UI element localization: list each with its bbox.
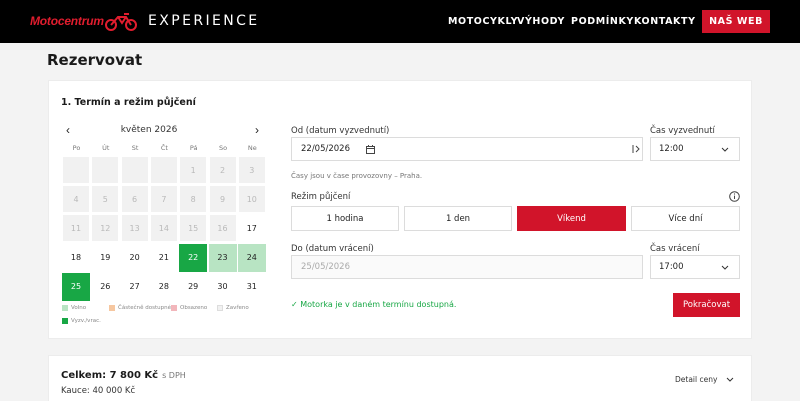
legend-pickup-return: Vyzv./vrac. (62, 318, 101, 324)
weekday-label: St (131, 144, 139, 152)
calendar-day[interactable]: 25 (62, 272, 90, 301)
calendar-day[interactable]: 29 (179, 273, 207, 301)
calendar-month: květen 2026 (120, 125, 178, 135)
calendar-day: 3 (237, 156, 266, 184)
legend-booked: Obsazeno (171, 305, 207, 311)
to-date-label: Do (datum vrácení) (291, 244, 374, 254)
nav-podminky[interactable]: PODMÍNKY (571, 16, 634, 27)
info-icon[interactable] (729, 191, 740, 202)
calendar-day[interactable]: 19 (91, 244, 119, 272)
top-navigation-bar: Motocentrum EXPERIENCE MOTOCYKLY VÝHODY … (0, 0, 800, 43)
calendar-day[interactable]: 20 (121, 244, 149, 272)
calendar-day: 16 (208, 214, 237, 243)
calendar-day: 14 (149, 214, 178, 243)
pickup-time-label: Čas vyzvednutí (650, 126, 715, 136)
legend-closed: Zavřeno (217, 305, 249, 311)
calendar-day[interactable]: 24 (237, 243, 266, 272)
calendar-day: 1 (179, 156, 208, 184)
weekday-label: Čt (160, 144, 168, 152)
calendar-day: 15 (179, 214, 208, 243)
nav-kontakty[interactable]: KONTAKTY (634, 16, 696, 27)
calendar-day: 8 (179, 185, 208, 214)
legend-available: Volno (62, 305, 86, 311)
mode-weekend[interactable]: Víkend (517, 206, 626, 231)
weekday-label: Pá (189, 144, 198, 152)
from-date-label: Od (datum vyzvednutí) (291, 126, 390, 136)
to-date-value: 25/05/2026 (301, 262, 350, 272)
calendar-icon[interactable] (366, 144, 375, 154)
calendar-empty-cell (120, 156, 149, 184)
weekday-label: So (218, 144, 228, 152)
deposit-amount: Kauce: 40 000 Kč (61, 386, 136, 396)
calendar-day: 13 (120, 214, 149, 243)
calendar-day[interactable]: 17 (238, 214, 266, 242)
calendar-day[interactable]: 22 (179, 243, 208, 272)
section-title: 1. Termín a režim půjčení (61, 97, 196, 108)
mode-label: Režim půjčení (291, 192, 351, 202)
prev-month-icon[interactable]: ‹ (66, 123, 70, 137)
calendar-day[interactable]: 27 (121, 273, 149, 301)
calendar-day: 7 (149, 185, 178, 214)
brand-logo[interactable]: Motocentrum (30, 10, 137, 32)
mode-1-day[interactable]: 1 den (404, 206, 512, 231)
calendar-empty-cell (91, 156, 120, 184)
from-date-input[interactable]: 22/05/2026 (291, 137, 643, 161)
calendar-day[interactable]: 18 (62, 244, 90, 272)
calendar-day[interactable]: 30 (209, 273, 237, 301)
calendar-day: 4 (62, 185, 90, 214)
page-title: Rezervovat (47, 51, 143, 69)
calendar-day: 9 (208, 185, 237, 214)
calendar-day: 2 (208, 156, 237, 184)
mode-multiple-days[interactable]: Více dní (631, 206, 740, 231)
calendar-empty-cell (149, 156, 178, 184)
nav-vyhody[interactable]: VÝHODY (517, 16, 565, 27)
next-month-icon[interactable]: › (255, 123, 259, 137)
pickup-time-value: 12:00 (659, 144, 684, 154)
mode-1-hour[interactable]: 1 hodina (291, 206, 399, 231)
weekday-label: Po (72, 144, 81, 152)
clear-icon[interactable] (632, 144, 640, 154)
nav-motocykly[interactable]: MOTOCYKLY (448, 16, 518, 27)
weekday-label: Ne (247, 144, 257, 152)
timezone-hint: Časy jsou v čase provozovny – Praha. (291, 172, 423, 180)
calendar-empty-cell (62, 156, 90, 184)
continue-button[interactable]: Pokračovat (673, 293, 740, 317)
vat-note: s DPH (162, 371, 186, 380)
calendar-day: 5 (91, 185, 120, 214)
pickup-time-select[interactable]: 12:00 (650, 137, 740, 161)
our-website-button[interactable]: NAŠ WEB (702, 10, 770, 33)
availability-message: ✓ Motorka je v daném termínu dostupná. (291, 300, 457, 309)
calendar-day[interactable]: 28 (150, 273, 178, 301)
motorcycle-icon (105, 13, 137, 31)
calendar-day[interactable]: 31 (238, 273, 266, 301)
brand-subtitle: EXPERIENCE (148, 13, 260, 29)
to-date-input[interactable]: 25/05/2026 (291, 255, 643, 279)
chevron-down-icon (726, 377, 734, 382)
reservation-card: 1. Termín a režim půjčení ‹ květen 2026 … (48, 80, 752, 339)
calendar-day[interactable]: 21 (150, 244, 178, 272)
price-summary-card: Celkem: 7 800 Kč s DPH Kauce: 40 000 Kč D… (48, 355, 752, 401)
chevron-down-icon (721, 147, 729, 152)
calendar-day: 6 (120, 185, 149, 214)
logo-text: Motocentrum (30, 14, 104, 28)
price-detail-toggle[interactable]: Detail ceny (675, 375, 734, 384)
calendar-day: 11 (62, 214, 90, 243)
total-price: Celkem: 7 800 Kč s DPH (61, 370, 186, 381)
return-time-select[interactable]: 17:00 (650, 255, 740, 279)
from-date-value: 22/05/2026 (301, 144, 350, 154)
legend-partial: Částečně dostupné (109, 305, 171, 311)
calendar-day: 10 (237, 185, 266, 214)
return-time-label: Čas vrácení (650, 244, 700, 254)
calendar-day: 12 (91, 214, 120, 243)
weekday-label: Út (102, 144, 110, 152)
calendar-day[interactable]: 26 (91, 273, 119, 301)
return-time-value: 17:00 (659, 262, 684, 272)
chevron-down-icon (721, 265, 729, 270)
calendar-day[interactable]: 23 (208, 243, 237, 272)
